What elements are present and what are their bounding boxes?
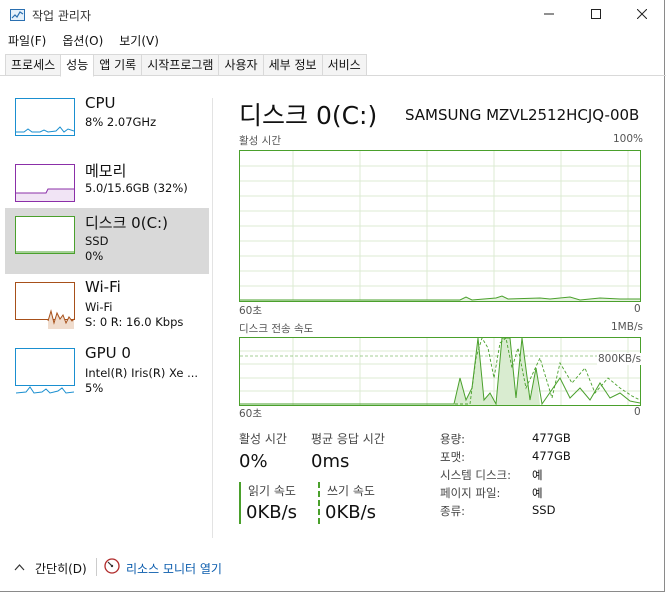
write-speed-label: 쓰기 속도 bbox=[327, 484, 375, 498]
maximize-icon bbox=[591, 8, 601, 23]
footer-bar: 간단히(D) 리소스 모니터 열기 bbox=[0, 552, 666, 582]
system-disk-label: 시스템 디스크: bbox=[440, 468, 512, 482]
tab-performance[interactable]: 성능 bbox=[60, 54, 95, 77]
active-time-graph bbox=[239, 150, 641, 302]
type-label: 종류: bbox=[440, 504, 466, 518]
sidebar-memory-title: 메모리 bbox=[85, 162, 127, 180]
transfer-graph-right-label: 0 bbox=[634, 406, 641, 418]
sidebar-cpu-usage: 8% 2.07GHz bbox=[85, 115, 157, 129]
sidebar-item-cpu[interactable]: CPU 8% 2.07GHz bbox=[5, 90, 209, 156]
window-title: 작업 관리자 bbox=[32, 9, 92, 23]
read-speed-label: 읽기 속도 bbox=[248, 484, 296, 498]
sidebar-gpu-title: GPU 0 bbox=[85, 344, 131, 362]
task-manager-app-icon bbox=[10, 9, 25, 21]
capacity-label: 용량: bbox=[440, 432, 466, 446]
formatted-value: 477GB bbox=[532, 449, 571, 463]
active-time-label: 활성 시간 bbox=[239, 432, 287, 446]
tab-users[interactable]: 사용자 bbox=[218, 54, 264, 76]
cpu-thumbnail-graph bbox=[15, 98, 75, 136]
sidebar-gpu-usage: 5% bbox=[85, 381, 104, 395]
menu-view[interactable]: 보기(V) bbox=[111, 32, 167, 50]
footer-separator bbox=[96, 558, 97, 576]
title-bar: 작업 관리자 bbox=[0, 0, 666, 31]
wifi-thumbnail-graph bbox=[15, 282, 75, 329]
disk-model: SAMSUNG MZVL2512HCJQ-00B bbox=[405, 106, 640, 124]
sidebar-gpu-name: Intel(R) Iris(R) Xe ... bbox=[85, 366, 199, 380]
page-file-label: 페이지 파일: bbox=[440, 486, 501, 500]
sidebar-wifi-adapter: Wi-Fi bbox=[85, 300, 113, 314]
sidebar-disk-type: SSD bbox=[85, 234, 109, 248]
sidebar-item-disk[interactable]: 디스크 0(C:) SSD 0% bbox=[5, 208, 209, 274]
write-speed-indicator bbox=[318, 482, 320, 524]
chevron-up-icon[interactable] bbox=[14, 560, 25, 574]
formatted-label: 포맷: bbox=[440, 450, 466, 464]
tab-startup[interactable]: 시작프로그램 bbox=[141, 54, 220, 76]
tab-strip: 프로세스 성능 앱 기록 시작프로그램 사용자 세부 정보 서비스 bbox=[5, 54, 367, 77]
disk-thumbnail-graph bbox=[15, 216, 75, 254]
type-value: SSD bbox=[532, 503, 556, 517]
sidebar-item-gpu[interactable]: GPU 0 Intel(R) Iris(R) Xe ... 5% bbox=[5, 340, 209, 406]
fewer-details-button[interactable]: 간단히(D) bbox=[35, 560, 87, 577]
transfer-rate-graph: 800KB/s bbox=[239, 337, 643, 406]
tab-app-history[interactable]: 앱 기록 bbox=[93, 54, 143, 76]
active-time-value: 0% bbox=[239, 451, 268, 472]
tab-services[interactable]: 서비스 bbox=[321, 54, 367, 76]
minimize-button[interactable] bbox=[526, 0, 572, 31]
menu-options[interactable]: 옵션(O) bbox=[54, 32, 111, 50]
sidebar-memory-usage: 5.0/15.6GB (32%) bbox=[85, 181, 188, 195]
transfer-graph-left-label: 60초 bbox=[239, 408, 263, 420]
open-resource-monitor-link[interactable]: 리소스 모니터 열기 bbox=[126, 560, 222, 577]
memory-thumbnail-graph bbox=[15, 164, 75, 202]
page-file-value: 예 bbox=[532, 486, 543, 500]
sidebar-wifi-throughput: S: 0 R: 16.0 Kbps bbox=[85, 315, 184, 329]
avg-response-label: 평균 응답 시간 bbox=[311, 432, 385, 446]
avg-response-value: 0ms bbox=[311, 451, 350, 472]
tab-divider bbox=[0, 75, 666, 76]
tab-processes[interactable]: 프로세스 bbox=[5, 54, 62, 76]
task-manager-window: 작업 관리자 파일(F) 옵션(O) 보기(V) 프로세스 성능 앱 기록 시작… bbox=[0, 0, 666, 592]
write-speed-value: 0KB/s bbox=[325, 502, 377, 523]
sidebar-item-wifi[interactable]: Wi-Fi Wi-Fi S: 0 R: 16.0 Kbps bbox=[5, 274, 209, 340]
sidebar-divider bbox=[212, 98, 213, 538]
minimize-icon bbox=[544, 8, 554, 23]
system-disk-value: 예 bbox=[532, 468, 543, 482]
close-icon bbox=[636, 8, 648, 23]
sidebar-disk-title: 디스크 0(C:) bbox=[85, 214, 168, 232]
menu-bar: 파일(F) 옵션(O) 보기(V) bbox=[0, 32, 167, 50]
menu-file[interactable]: 파일(F) bbox=[0, 32, 54, 50]
gpu-thumbnail-graph bbox=[15, 348, 75, 394]
transfer-graph-midline-label: 800KB/s bbox=[597, 353, 643, 365]
active-time-graph-label: 활성 시간 bbox=[239, 135, 281, 147]
disk-title: 디스크 0(C:) bbox=[239, 101, 378, 130]
read-speed-indicator bbox=[239, 482, 241, 524]
maximize-button[interactable] bbox=[573, 0, 619, 31]
active-time-graph-left-label: 60초 bbox=[239, 305, 263, 317]
close-button[interactable] bbox=[619, 0, 665, 31]
capacity-value: 477GB bbox=[532, 431, 571, 445]
read-speed-value: 0KB/s bbox=[246, 502, 298, 523]
tab-details[interactable]: 세부 정보 bbox=[262, 54, 323, 76]
sidebar-cpu-title: CPU bbox=[85, 94, 116, 112]
sidebar-disk-usage: 0% bbox=[85, 249, 104, 263]
active-time-graph-max: 100% bbox=[613, 133, 644, 145]
active-time-graph-right-label: 0 bbox=[634, 303, 641, 315]
transfer-graph-max: 1MB/s bbox=[611, 321, 643, 333]
sidebar-wifi-title: Wi-Fi bbox=[85, 278, 121, 296]
transfer-graph-label: 디스크 전송 속도 bbox=[239, 323, 314, 335]
resource-monitor-icon bbox=[104, 558, 120, 574]
